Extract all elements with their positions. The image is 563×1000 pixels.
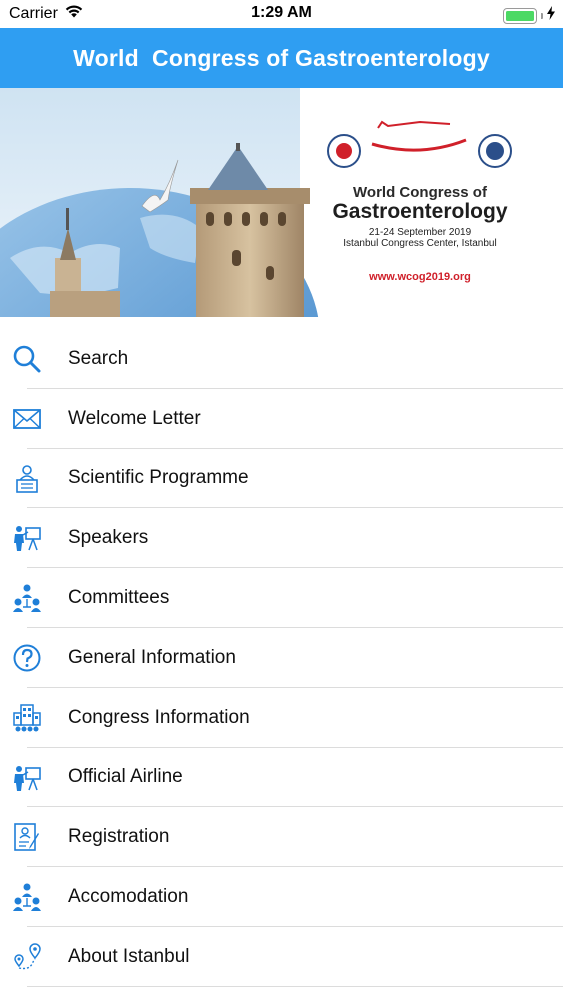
- id-card-icon: [12, 822, 42, 852]
- menu-item-label: Congress Information: [68, 706, 250, 728]
- team-icon: [12, 583, 42, 613]
- banner-line2: Gastroenterology: [332, 200, 508, 223]
- battery-icon: [503, 7, 537, 24]
- status-time: 1:29 AM: [251, 4, 312, 21]
- menu-item-about-istanbul[interactable]: About Istanbul: [0, 927, 563, 987]
- menu-item-label: Speakers: [68, 527, 149, 549]
- location-route-icon: [12, 942, 42, 972]
- charging-bolt-icon: [547, 6, 555, 25]
- menu-item-label: Welcome Letter: [68, 407, 201, 429]
- battery-indicator: [503, 6, 555, 25]
- presenter-icon: [12, 523, 42, 553]
- banner-url: www.wcog2019.org: [369, 271, 471, 283]
- menu-item-label: Registration: [68, 826, 170, 848]
- app-title: World Congress of Gastroenterology: [73, 44, 490, 71]
- menu-item-official-airline[interactable]: Official Airline: [0, 748, 563, 808]
- building-icon: [12, 703, 42, 733]
- status-bar: Carrier 1:29 AM: [0, 0, 563, 28]
- menu-item-accomodation[interactable]: Accomodation: [0, 867, 563, 927]
- menu-item-search[interactable]: Search: [0, 329, 563, 389]
- menu-item-committees[interactable]: Committees: [0, 568, 563, 628]
- banner-dates: 21-24 September 2019: [368, 227, 472, 238]
- app-header: World Congress of Gastroenterology: [0, 28, 563, 88]
- menu-item-welcome-letter[interactable]: Welcome Letter: [0, 389, 563, 449]
- menu-item-label: About Istanbul: [68, 945, 190, 967]
- menu-item-label: Search: [68, 347, 129, 369]
- menu-item-label: Accomodation: [68, 886, 189, 908]
- presenter-icon: [12, 763, 42, 793]
- banner-venue: Istanbul Congress Center, Istanbul: [343, 238, 497, 249]
- menu-item-label: Official Airline: [68, 766, 183, 788]
- question-icon: [12, 643, 42, 673]
- menu-item-scientific-programme[interactable]: Scientific Programme: [0, 449, 563, 509]
- congress-banner: World Congress of Gastroenterology 21-24…: [0, 88, 563, 317]
- menu-item-label: Scientific Programme: [68, 467, 249, 489]
- banner-text: World Congress of Gastroenterology 21-24…: [310, 184, 530, 283]
- menu-item-speakers[interactable]: Speakers: [0, 508, 563, 568]
- menu-item-label: General Information: [68, 646, 236, 668]
- menu-item-registration[interactable]: Registration: [0, 807, 563, 867]
- main-menu: Search Welcome Letter Scientific Program…: [0, 329, 563, 987]
- search-icon: [12, 344, 42, 374]
- team-icon: [12, 882, 42, 912]
- banner-line1: World Congress of: [353, 184, 487, 201]
- menu-item-label: Committees: [68, 587, 170, 609]
- envelope-icon: [12, 404, 42, 434]
- lecturer-icon: [12, 464, 42, 494]
- menu-item-general-information[interactable]: General Information: [0, 628, 563, 688]
- menu-item-congress-information[interactable]: Congress Information: [0, 688, 563, 748]
